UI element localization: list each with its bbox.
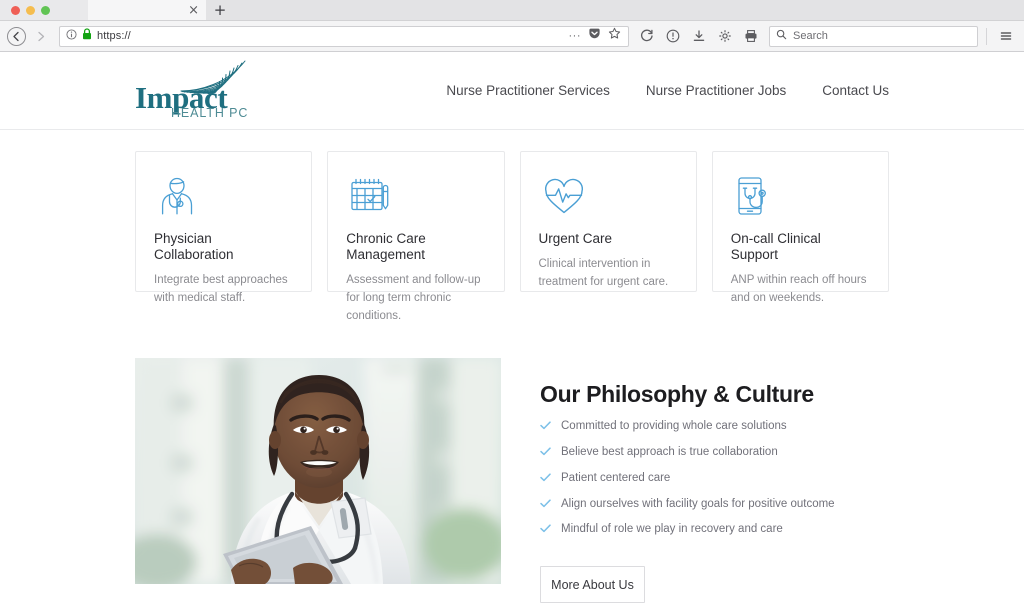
calendar-check-icon — [346, 173, 485, 219]
feature-card[interactable]: Urgent Care Clinical intervention in tre… — [519, 151, 697, 292]
card-description: Integrate best approaches with medical s… — [154, 274, 288, 305]
page-actions-icon[interactable]: ··· — [569, 30, 582, 42]
check-icon — [540, 421, 551, 435]
logo-subtitle: HEALTH PC — [171, 105, 249, 120]
philosophy-checklist: Committed to providing whole care soluti… — [540, 420, 889, 538]
browser-tab[interactable]: × — [88, 0, 206, 20]
feature-card[interactable]: Physician Collaboration Integrate best a… — [135, 151, 313, 304]
site-logo[interactable]: Impact HEALTH PC — [135, 60, 265, 122]
check-icon — [540, 524, 551, 538]
info-icon[interactable] — [662, 25, 684, 47]
page-content: Impact HEALTH PC Nurse Practitioner Serv… — [0, 52, 1024, 614]
pocket-icon[interactable] — [588, 27, 601, 45]
card-title: Urgent Care — [538, 231, 613, 246]
list-item: Patient centered care — [540, 472, 889, 487]
philosophy-section: Our Philosophy & Culture Committed to pr… — [0, 358, 1024, 604]
nav-item-jobs[interactable]: Nurse Practitioner Jobs — [646, 83, 786, 98]
star-icon[interactable] — [608, 27, 621, 45]
card-title: Physician Collaboration — [154, 231, 234, 263]
list-item: Mindful of role we play in recovery and … — [540, 523, 889, 538]
search-input[interactable]: Search — [793, 30, 828, 42]
feature-card[interactable]: On-call Clinical Support ANP within reac… — [711, 151, 889, 304]
check-icon — [540, 473, 551, 487]
doctor-icon — [154, 173, 293, 219]
browser-toolbar: https:// ··· Search — [0, 21, 1024, 52]
nav-item-contact[interactable]: Contact Us — [822, 83, 889, 98]
feature-card[interactable]: Chronic Care Management Assessment and f… — [327, 151, 505, 322]
card-title: Chronic Care Management — [346, 231, 426, 263]
list-item-label: Mindful of role we play in recovery and … — [561, 523, 783, 536]
heart-pulse-icon — [539, 173, 678, 219]
minimize-window-button[interactable] — [26, 5, 35, 15]
url-text: https:// — [97, 30, 131, 42]
list-item-label: Believe best approach is true collaborat… — [561, 446, 778, 459]
toolbar-divider — [986, 27, 987, 45]
phone-stethoscope-icon — [731, 173, 870, 219]
search-bar[interactable]: Search — [769, 25, 978, 47]
padlock-icon — [82, 27, 92, 45]
back-button[interactable] — [7, 26, 26, 46]
more-about-us-button[interactable]: More About Us — [540, 566, 645, 604]
check-icon — [540, 447, 551, 461]
philosophy-body: Our Philosophy & Culture Committed to pr… — [521, 358, 889, 604]
search-icon — [776, 27, 787, 45]
card-description: ANP within reach off hours and on weeken… — [730, 274, 867, 305]
nav-item-services[interactable]: Nurse Practitioner Services — [446, 83, 610, 98]
site-header: Impact HEALTH PC Nurse Practitioner Serv… — [0, 52, 1024, 130]
list-item: Believe best approach is true collaborat… — [540, 446, 889, 461]
check-icon — [540, 499, 551, 513]
card-title: On-call Clinical Support — [730, 231, 821, 263]
forward-button[interactable] — [30, 25, 52, 47]
window-controls — [0, 0, 88, 20]
tab-strip: × + — [0, 0, 1024, 21]
close-window-button[interactable] — [11, 5, 20, 15]
browser-window: × + https:// ··· Search Impact HEALTH PC… — [0, 0, 1024, 614]
reload-button[interactable] — [636, 25, 658, 47]
feature-cards: Physician Collaboration Integrate best a… — [0, 151, 1024, 322]
list-item: Committed to providing whole care soluti… — [540, 420, 889, 435]
list-item-label: Patient centered care — [561, 471, 671, 484]
page-title: Our Philosophy & Culture — [540, 381, 814, 407]
close-icon[interactable]: × — [188, 4, 199, 17]
doctor-photo — [135, 358, 501, 584]
site-nav: Nurse Practitioner Services Nurse Practi… — [446, 83, 889, 98]
address-bar[interactable]: https:// ··· — [59, 25, 629, 47]
card-description: Clinical intervention in treatment for u… — [538, 258, 669, 288]
maximize-window-button[interactable] — [41, 5, 50, 15]
list-item-label: Align ourselves with facility goals for … — [561, 497, 835, 510]
new-tab-button[interactable]: + — [206, 0, 234, 20]
printer-icon[interactable] — [740, 25, 762, 47]
download-icon[interactable] — [688, 25, 710, 47]
card-description: Assessment and follow-up for long term c… — [346, 274, 481, 322]
info-circle-icon[interactable] — [66, 27, 77, 45]
hamburger-menu-icon[interactable] — [995, 25, 1017, 47]
gear-icon[interactable] — [714, 25, 736, 47]
list-item-label: Committed to providing whole care soluti… — [561, 420, 787, 433]
list-item: Align ourselves with facility goals for … — [540, 498, 889, 513]
